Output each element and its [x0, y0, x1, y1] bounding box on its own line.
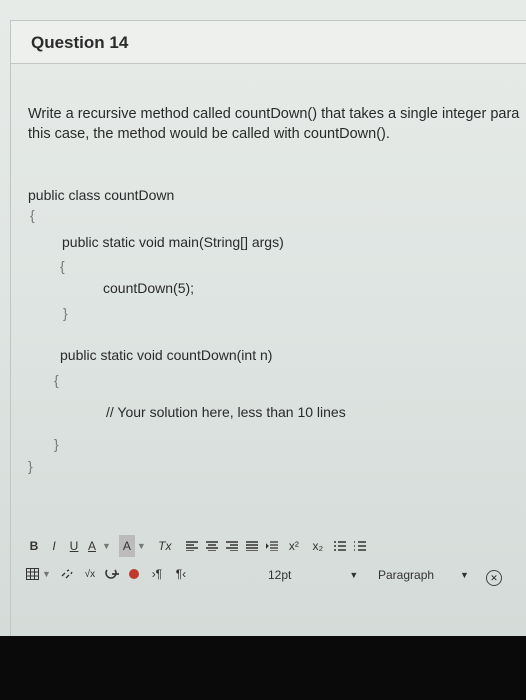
- table-icon[interactable]: [24, 563, 40, 585]
- paragraph-select[interactable]: Paragraph ▼: [378, 568, 469, 582]
- prompt-line-1: Write a recursive method called countDow…: [28, 106, 520, 122]
- align-center-icon[interactable]: [202, 535, 222, 557]
- bold-button[interactable]: B: [24, 535, 44, 557]
- question-title: Question 14: [31, 33, 129, 52]
- unlink-icon[interactable]: [57, 563, 79, 585]
- code-comment: // Your solution here, less than 10 line…: [106, 404, 346, 420]
- chevron-down-icon[interactable]: ▼: [102, 541, 111, 551]
- question-header: Question 14: [10, 20, 526, 64]
- rtl-icon[interactable]: ¶‹: [169, 563, 193, 585]
- chevron-down-icon: ▼: [460, 570, 469, 580]
- bulleted-list-icon[interactable]: [330, 535, 350, 557]
- prompt-line-2: this case, the method would be called wi…: [28, 126, 390, 142]
- code-call: countDown(5);: [103, 280, 195, 296]
- superscript-button[interactable]: x²: [282, 535, 306, 557]
- code-brace-close-1: }: [28, 458, 33, 474]
- code-brace-open-3: {: [54, 372, 59, 388]
- embed-media-icon[interactable]: [101, 563, 123, 585]
- clear-format-button[interactable]: Tx: [154, 535, 176, 557]
- chevron-down-icon[interactable]: ▼: [42, 569, 51, 579]
- chevron-down-icon: ▼: [349, 570, 359, 580]
- align-left-icon[interactable]: [182, 535, 202, 557]
- chevron-down-icon[interactable]: ▼: [137, 541, 146, 551]
- equation-icon[interactable]: √x: [79, 563, 101, 585]
- code-brace-close-2: }: [63, 305, 68, 321]
- code-brace-open-1: {: [30, 207, 35, 223]
- font-size-select[interactable]: 12pt ▼: [268, 568, 358, 582]
- question-page: Question 14 Write a recursive method cal…: [0, 0, 526, 636]
- code-class-decl: public class countDown: [28, 187, 175, 203]
- font-size-value: 12pt: [268, 568, 292, 582]
- code-brace-close-3: }: [54, 436, 59, 452]
- justify-icon[interactable]: [242, 535, 262, 557]
- subscript-button[interactable]: x₂: [306, 535, 330, 557]
- highlight-color-button[interactable]: A: [118, 535, 135, 557]
- bottom-bar: [0, 636, 526, 700]
- italic-button[interactable]: I: [44, 535, 64, 557]
- question-prompt: Write a recursive method called countDow…: [28, 104, 526, 144]
- paragraph-value: Paragraph: [378, 568, 435, 582]
- editor-toolbar: B I U A ▼ A ▼ Tx x² x₂ ▼ √x ›¶ ¶‹ 12pt ▼…: [24, 532, 504, 592]
- numbered-list-icon[interactable]: [350, 535, 370, 557]
- align-right-icon[interactable]: [222, 535, 242, 557]
- code-method-decl: public static void countDown(int n): [60, 347, 273, 363]
- code-brace-open-2: {: [60, 258, 65, 274]
- code-main-decl: public static void main(String[] args): [62, 234, 284, 250]
- indent-icon[interactable]: [262, 535, 282, 557]
- accessibility-icon[interactable]: ✕: [486, 570, 502, 586]
- record-media-icon[interactable]: [123, 563, 145, 585]
- underline-button[interactable]: U: [64, 535, 84, 557]
- font-color-button[interactable]: A: [84, 535, 100, 557]
- ltr-icon[interactable]: ›¶: [145, 563, 169, 585]
